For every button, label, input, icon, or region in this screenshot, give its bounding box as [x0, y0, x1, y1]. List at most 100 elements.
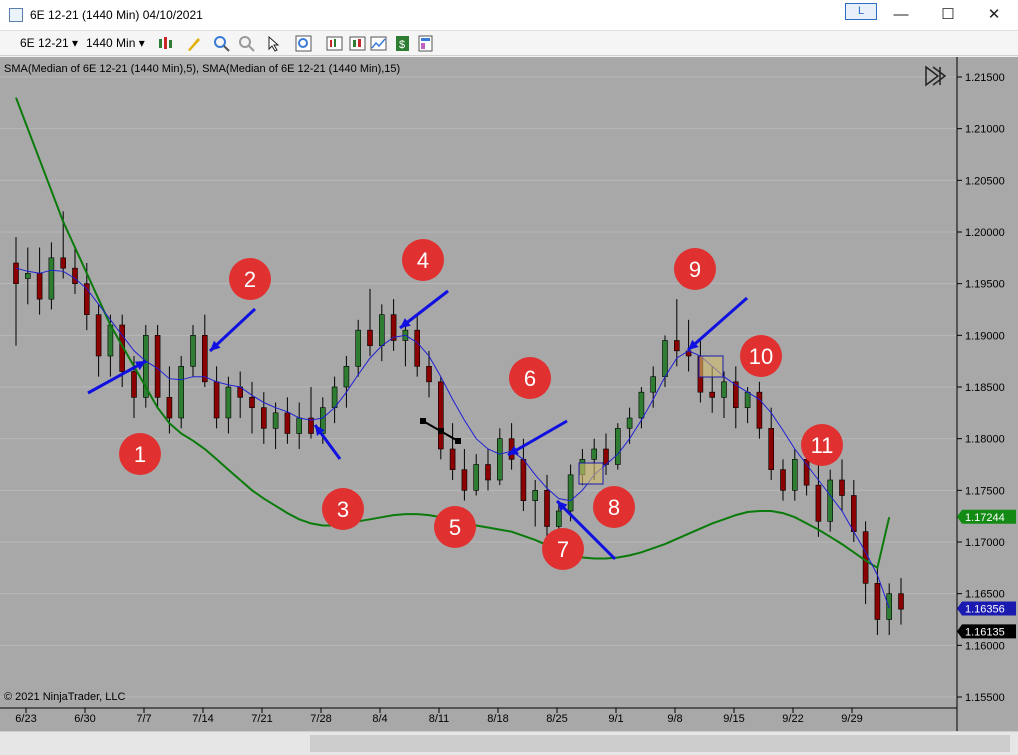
candle-body [839, 479, 845, 496]
crossover-box [578, 462, 604, 485]
candle-body [426, 366, 432, 383]
candlesticks [13, 211, 904, 635]
candle-body [815, 484, 822, 522]
candle-body [60, 257, 67, 269]
candle-body [367, 329, 373, 346]
candle-body [614, 428, 621, 465]
zoom-out-icon[interactable] [238, 35, 255, 52]
y-tick-label: 1.16500 [965, 589, 1005, 601]
candle-body [154, 335, 161, 398]
indicators-icon[interactable] [326, 35, 343, 52]
interval-selector[interactable]: 1440 Min ▾ [86, 36, 145, 50]
slow-sma-price-tag-text: 1.17244 [965, 512, 1005, 524]
arrow-line [87, 359, 147, 395]
x-tick-label: 9/8 [667, 713, 682, 725]
template-icon[interactable] [417, 35, 434, 52]
data-box-icon[interactable] [295, 35, 312, 52]
candle-body [673, 340, 680, 352]
title-bar: 6E 12-21 (1440 Min) 04/10/2021 L — ☐ ✕ [0, 0, 1018, 31]
dotted-arrow-point [438, 428, 444, 434]
fast-sma-price-tag-text: 1.16356 [965, 604, 1005, 616]
y-tick-label: 1.16000 [965, 640, 1005, 652]
collapse-panel-icon[interactable] [925, 65, 947, 87]
y-tick-label: 1.17000 [965, 537, 1005, 549]
candle-body [886, 593, 893, 620]
dotted-arrow-point [455, 438, 461, 444]
candle-body [520, 459, 527, 501]
candle-body [190, 335, 196, 367]
instrument-selector[interactable]: 6E 12-21 ▾ [20, 36, 78, 50]
x-tick-label: 7/14 [192, 713, 213, 725]
x-tick-label: 6/30 [74, 713, 95, 725]
candle-body [48, 257, 55, 300]
y-tick-label: 1.20500 [965, 175, 1005, 187]
x-tick-label: 7/28 [310, 713, 331, 725]
price-axis: 1.21500 1.21000 1.20500 1.20000 1.19500 1.190… [957, 72, 1016, 704]
close-button[interactable]: ✕ [971, 0, 1017, 30]
x-tick-label: 8/18 [487, 713, 508, 725]
chart-style-icon[interactable] [157, 35, 174, 52]
x-tick-label: 8/4 [372, 713, 387, 725]
y-tick-label: 1.15500 [965, 692, 1005, 704]
candle-body [485, 464, 491, 481]
instrument-label: 6E 12-21 [20, 36, 69, 50]
candle-body [709, 391, 716, 398]
price-chart[interactable]: 1 2 3 4 5 6 7 8 9 10 11 1.21500 1.21000 1.20500 1.200… [0, 57, 1018, 731]
candle-body [768, 428, 775, 470]
chart-trader-icon[interactable]: $ [394, 35, 411, 52]
candle-body [355, 329, 362, 367]
minimize-button[interactable]: — [878, 0, 924, 30]
chart-toolbar: 6E 12-21 ▾ 1440 Min ▾ $ [0, 31, 1018, 56]
marker-number: 2 [244, 267, 256, 292]
candle-body [437, 381, 444, 450]
scrollbar-thumb[interactable] [310, 735, 1010, 752]
x-tick-label: 9/22 [782, 713, 803, 725]
marker-number: 4 [417, 248, 429, 273]
candle-body [555, 510, 562, 527]
candle-body [721, 381, 727, 398]
candle-body [36, 273, 43, 300]
time-axis: 6/23 6/30 7/7 7/14 7/21 7/28 8/4 8/11 8/18 8/25 9/… [15, 708, 863, 725]
indicator-label: SMA(Median of 6E 12-21 (1440 Min),5), SM… [4, 63, 400, 75]
y-tick-label: 1.21000 [965, 124, 1005, 136]
chart-app-icon [9, 8, 23, 22]
candle-body [874, 583, 881, 620]
candle-body [744, 391, 751, 408]
crossover-box [698, 355, 724, 378]
candle-body [202, 335, 208, 383]
horizontal-scrollbar[interactable] [0, 731, 1018, 755]
copyright-label: © 2021 NinjaTrader, LLC [4, 691, 125, 703]
dotted-arrow-point [420, 418, 426, 424]
maximize-button[interactable]: ☐ [925, 0, 971, 30]
marker-number: 8 [608, 495, 620, 520]
marker-number: 3 [337, 497, 349, 522]
marker-number: 5 [449, 515, 461, 540]
y-tick-label: 1.19000 [965, 330, 1005, 342]
candle-body [473, 464, 480, 491]
candle-body [626, 417, 633, 429]
pointer-icon[interactable] [266, 35, 283, 52]
candle-body [331, 386, 338, 408]
drawing-tool-icon[interactable] [186, 35, 203, 52]
strategies-icon[interactable] [349, 35, 366, 52]
candle-body [567, 474, 574, 512]
y-tick-label: 1.19500 [965, 279, 1005, 291]
marker-number: 10 [749, 344, 773, 369]
link-button[interactable]: L [845, 3, 877, 20]
arrow-line [507, 419, 568, 457]
x-tick-label: 9/15 [723, 713, 744, 725]
chart-properties-icon[interactable] [370, 35, 387, 52]
marker-number: 1 [134, 442, 146, 467]
interval-label: 1440 Min [86, 36, 136, 50]
candle-body [862, 531, 869, 584]
candle-body [284, 412, 291, 434]
candle-body [296, 417, 303, 434]
candle-body [898, 593, 904, 610]
candle-body [532, 490, 539, 501]
x-tick-label: 7/7 [136, 713, 151, 725]
candle-body [496, 438, 503, 481]
candle-body [756, 391, 763, 429]
candle-body [378, 314, 385, 346]
zoom-in-icon[interactable] [213, 35, 230, 52]
candle-body [343, 366, 350, 388]
